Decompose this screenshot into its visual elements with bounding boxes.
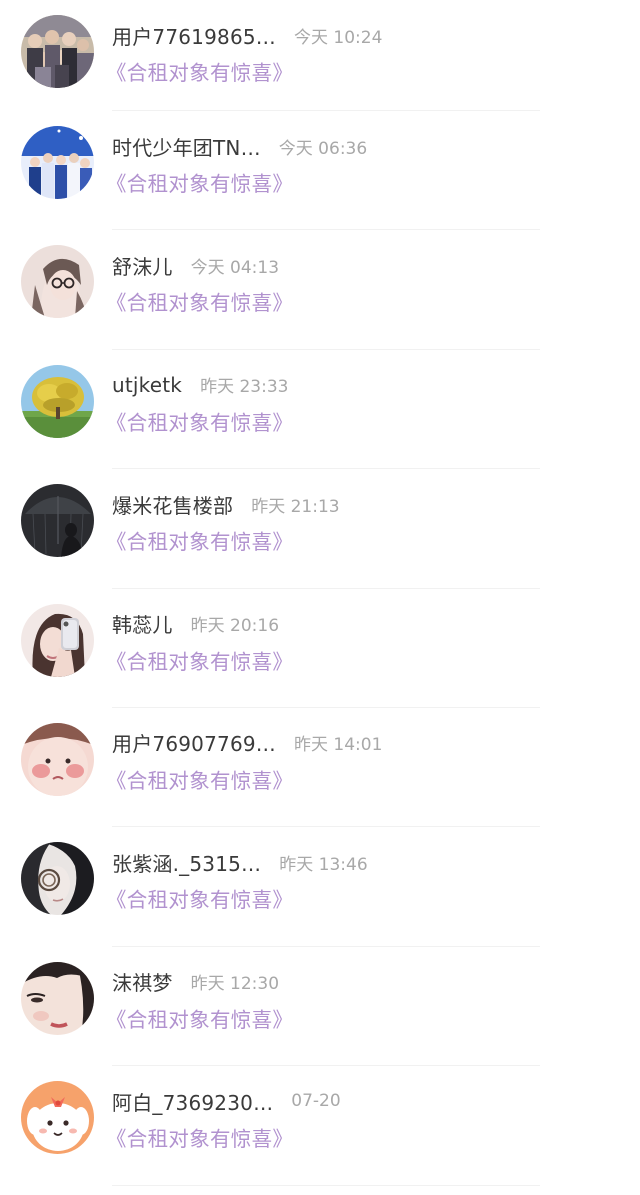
contact-name: 韩蕊儿 bbox=[112, 613, 173, 638]
umbrella-silhouette-avatar[interactable] bbox=[21, 484, 94, 558]
divider bbox=[112, 1184, 540, 1186]
message-preview: 《合租对象有惊喜》 bbox=[106, 888, 294, 913]
conversation-item[interactable]: 韩蕊儿 昨天 20:16 《合租对象有惊喜》 bbox=[0, 589, 640, 708]
message-time: 昨天 14:01 bbox=[294, 735, 383, 756]
message-time: 07-20 bbox=[291, 1091, 341, 1112]
message-preview: 《合租对象有惊喜》 bbox=[106, 1127, 294, 1152]
blush-face-avatar[interactable] bbox=[21, 722, 94, 796]
conversation-item[interactable]: 阿白_7369230… 07-20 《合租对象有惊喜》 bbox=[0, 1066, 640, 1186]
contact-name: 舒沫儿 bbox=[112, 254, 173, 279]
conversation-item[interactable]: 用户77619865… 今天 10:24 《合租对象有惊喜》 bbox=[0, 0, 640, 111]
contact-name: 爆米花售楼部 bbox=[112, 493, 234, 518]
face-closeup-avatar[interactable] bbox=[21, 961, 94, 1035]
conversation-item[interactable]: utjketk 昨天 23:33 《合租对象有惊喜》 bbox=[0, 350, 640, 470]
message-preview: 《合租对象有惊喜》 bbox=[106, 410, 294, 435]
message-time: 昨天 12:30 bbox=[190, 974, 280, 995]
message-time: 昨天 21:13 bbox=[251, 496, 340, 517]
message-preview: 《合租对象有惊喜》 bbox=[106, 291, 294, 316]
message-time: 今天 10:24 bbox=[294, 27, 383, 48]
message-time: 今天 06:36 bbox=[278, 138, 368, 159]
contact-name: 用户76907769… bbox=[112, 732, 276, 757]
message-preview: 《合租对象有惊喜》 bbox=[106, 649, 294, 674]
conversation-item[interactable]: 时代少年团TN… 今天 06:36 《合租对象有惊喜》 bbox=[0, 111, 640, 231]
contact-name: 张紫涵._5315… bbox=[112, 851, 262, 876]
message-preview: 《合租对象有惊喜》 bbox=[106, 530, 294, 555]
message-preview: 《合租对象有惊喜》 bbox=[106, 172, 294, 196]
conversation-item[interactable]: 张紫涵._5315… 昨天 13:46 《合租对象有惊喜》 bbox=[0, 827, 640, 947]
message-time: 昨天 20:16 bbox=[190, 616, 280, 637]
contact-name: 阿白_7369230… bbox=[112, 1090, 274, 1115]
cartoon-dog-avatar[interactable] bbox=[21, 1081, 94, 1155]
girl-phone-avatar[interactable] bbox=[21, 603, 94, 677]
message-time: 昨天 13:46 bbox=[279, 854, 368, 875]
conversation-item[interactable]: 舒沫儿 今天 04:13 《合租对象有惊喜》 bbox=[0, 230, 640, 350]
dark-portrait-avatar[interactable] bbox=[21, 842, 94, 916]
group-photo-avatar[interactable] bbox=[21, 15, 94, 88]
conversation-item[interactable]: 用户76907769… 昨天 14:01 《合租对象有惊喜》 bbox=[0, 708, 640, 828]
message-preview: 《合租对象有惊喜》 bbox=[106, 768, 294, 793]
girl-glasses-avatar[interactable] bbox=[21, 245, 94, 319]
message-preview: 《合租对象有惊喜》 bbox=[106, 61, 294, 85]
conversation-item[interactable]: 沫祺梦 昨天 12:30 《合租对象有惊喜》 bbox=[0, 947, 640, 1067]
contact-name: 沫祺梦 bbox=[112, 971, 173, 996]
message-time: 今天 04:13 bbox=[190, 257, 280, 278]
contact-name: 用户77619865… bbox=[112, 24, 276, 49]
conversation-list: 用户77619865… 今天 10:24 《合租对象有惊喜》 时代少年团TN… … bbox=[0, 0, 640, 1186]
tree-landscape-avatar[interactable] bbox=[21, 364, 94, 438]
message-time: 昨天 23:33 bbox=[200, 377, 289, 398]
band-photo-avatar[interactable] bbox=[21, 126, 94, 199]
conversation-item[interactable]: 爆米花售楼部 昨天 21:13 《合租对象有惊喜》 bbox=[0, 469, 640, 589]
contact-name: 时代少年团TN… bbox=[112, 135, 261, 160]
message-preview: 《合租对象有惊喜》 bbox=[106, 1007, 294, 1032]
contact-name: utjketk bbox=[112, 372, 183, 397]
